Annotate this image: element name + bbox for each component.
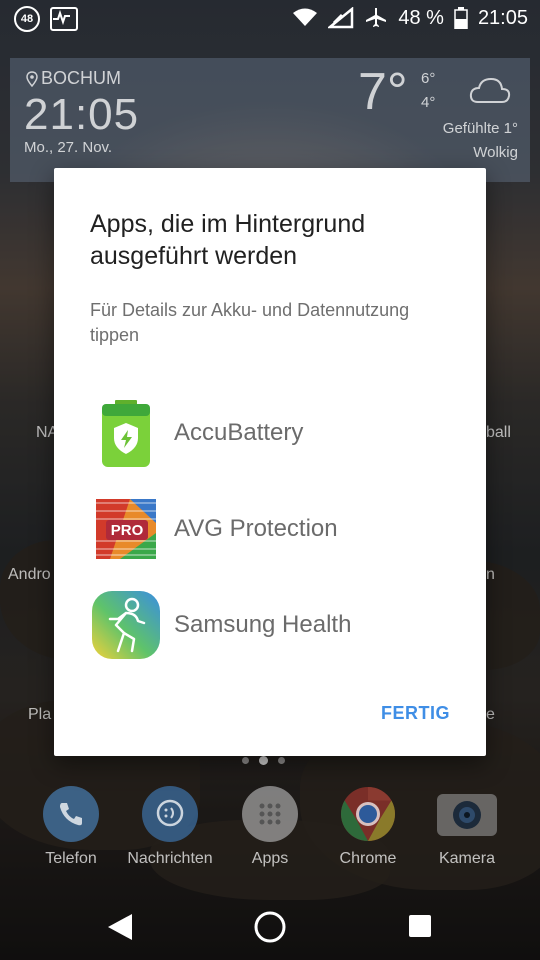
weather-date: Mo., 27. Nov. <box>24 139 113 156</box>
app-name: Samsung Health <box>174 611 352 638</box>
camera-icon <box>437 794 497 836</box>
messages-icon <box>142 786 198 842</box>
home-label-partial: ball <box>486 424 511 441</box>
dialog-title: Apps, die im Hintergrund ausgeführt werd… <box>90 210 366 270</box>
badge-48-icon: 48 <box>14 6 40 32</box>
dock-label: Nachrichten <box>127 850 213 867</box>
home-label-partial: Pla <box>28 706 52 723</box>
chrome-icon <box>340 786 396 842</box>
cloud-icon <box>468 74 512 111</box>
background-apps-dialog: Apps, die im Hintergrund ausgeführt werd… <box>54 168 486 756</box>
status-bar: 48 48 % 21:05 <box>0 0 540 36</box>
airplane-icon <box>364 6 388 30</box>
dock-label: Kamera <box>438 850 496 867</box>
weather-low: 4° <box>421 94 436 111</box>
battery-percent: 48 % <box>398 6 444 29</box>
weather-widget[interactable]: BOCHUM 21:05 Mo., 27. Nov. 7° 6° 4° Gefü… <box>10 58 530 182</box>
app-name: AccuBattery <box>174 419 304 446</box>
weather-time: 21:05 <box>24 90 140 139</box>
apps-grid-icon <box>242 786 298 842</box>
battery-icon <box>454 7 468 29</box>
weather-feels-like: Gefühlte 1° <box>442 120 518 137</box>
weather-high: 6° <box>421 70 436 87</box>
recents-icon[interactable] <box>408 914 432 943</box>
signal-icon <box>328 7 354 29</box>
app-row-accubattery[interactable]: AccuBattery <box>90 395 460 471</box>
weather-city: BOCHUM <box>26 68 121 89</box>
dock-label: Telefon <box>45 850 97 867</box>
dock-chrome[interactable]: Chrome <box>323 786 413 868</box>
dock-phone[interactable]: Telefon <box>26 786 116 868</box>
back-icon[interactable] <box>106 912 134 947</box>
dialog-subtitle: Für Details zur Akku- und Datennutzung t… <box>90 300 410 345</box>
home-label-partial: n <box>486 566 495 583</box>
app-row-avg-protection[interactable]: PRO AVG Protection <box>90 491 460 567</box>
location-pin-icon <box>26 70 38 87</box>
done-button[interactable]: FERTIG <box>381 703 450 724</box>
avg-protection-icon: PRO <box>90 493 162 565</box>
navigation-bar <box>0 894 540 960</box>
samsung-health-icon <box>90 589 162 661</box>
weather-condition: Wolkig <box>473 144 518 161</box>
home-label-partial: e <box>486 706 495 723</box>
pro-badge: PRO <box>111 522 144 539</box>
weather-temperature: 7° <box>358 63 408 121</box>
pulse-icon <box>50 7 78 31</box>
wifi-icon <box>292 8 318 28</box>
dock-messages[interactable]: Nachrichten <box>125 786 215 868</box>
home-icon[interactable] <box>253 910 287 949</box>
dock-label: Chrome <box>339 850 397 867</box>
dock-label: Apps <box>251 850 289 867</box>
dock-camera[interactable]: Kamera <box>422 786 512 868</box>
dock-apps[interactable]: Apps <box>225 786 315 868</box>
status-time: 21:05 <box>477 6 528 29</box>
phone-icon <box>43 786 99 842</box>
accubattery-icon <box>90 397 162 469</box>
app-row-samsung-health[interactable]: Samsung Health <box>90 587 460 663</box>
weather-city-label: BOCHUM <box>41 68 121 88</box>
page-indicator <box>242 756 285 765</box>
home-label-partial: Andro <box>8 566 51 583</box>
app-name: AVG Protection <box>174 515 338 542</box>
